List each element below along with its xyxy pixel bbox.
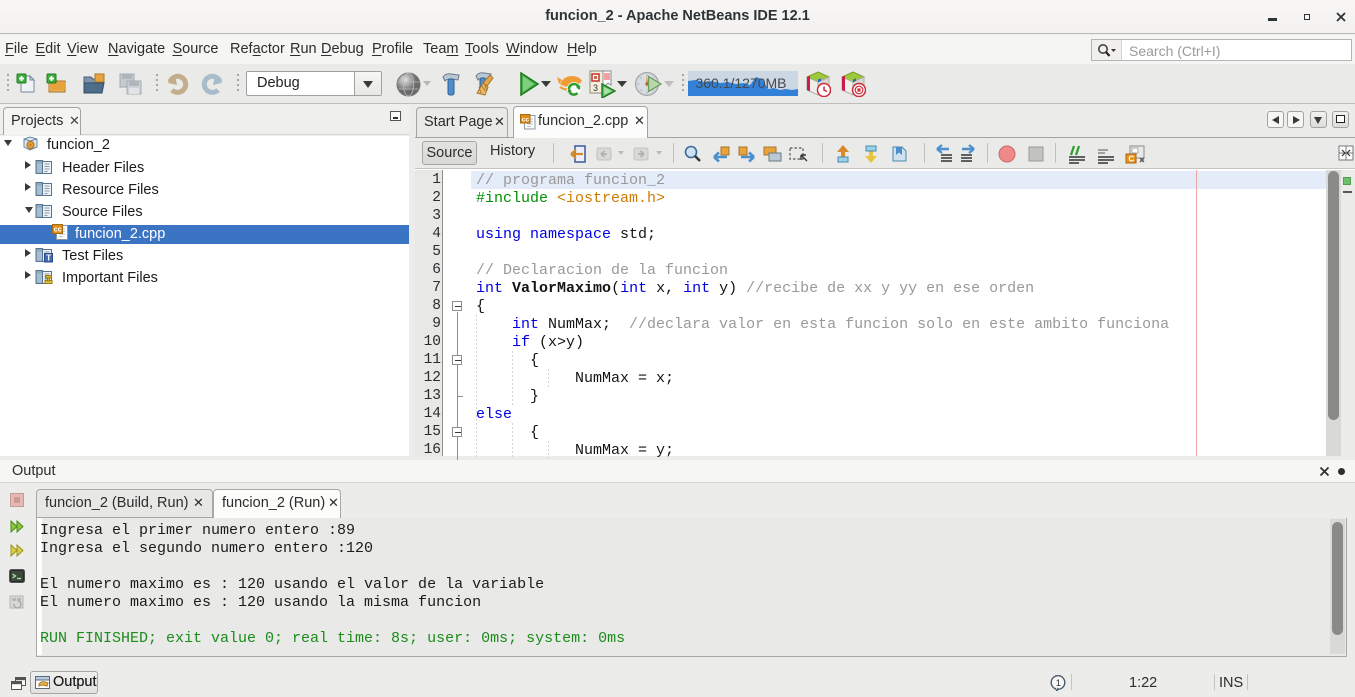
svg-text:1: 1	[1056, 678, 1061, 689]
svg-text:C: C	[1129, 155, 1135, 164]
svg-text:T: T	[46, 254, 51, 263]
svg-text:cc: cc	[522, 116, 530, 123]
svg-text:cc: cc	[54, 227, 62, 234]
svg-text:3: 3	[593, 83, 598, 93]
